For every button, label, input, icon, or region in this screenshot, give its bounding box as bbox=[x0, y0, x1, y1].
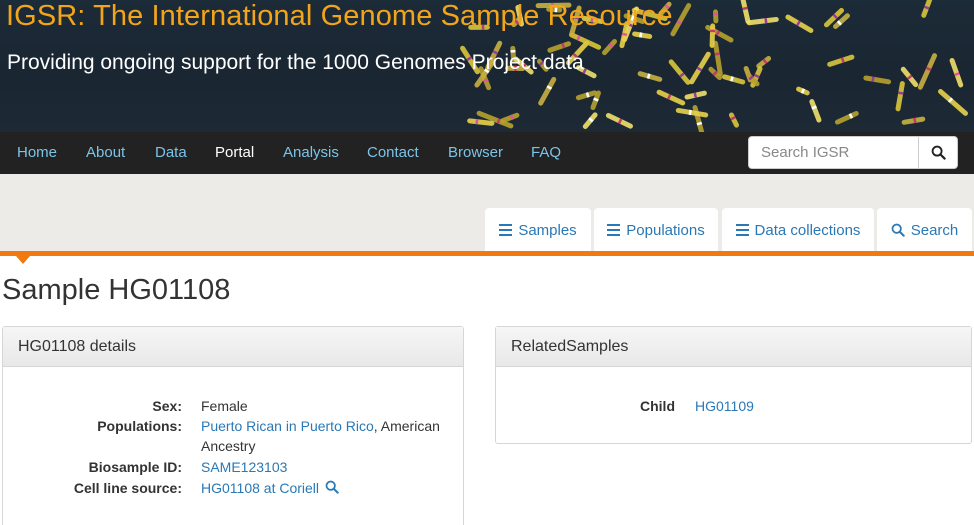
panel-title: HG01108 details bbox=[3, 327, 463, 367]
accent-divider bbox=[0, 251, 974, 256]
related-sample-link[interactable]: HG01109 bbox=[695, 398, 754, 414]
menu-icon bbox=[607, 224, 621, 236]
nav-data[interactable]: Data bbox=[155, 132, 187, 174]
related-samples-panel: RelatedSamples bbox=[495, 326, 972, 444]
search-icon bbox=[325, 480, 339, 494]
nav-portal[interactable]: Portal bbox=[215, 132, 254, 174]
population-text: , American bbox=[373, 418, 440, 434]
search-button[interactable] bbox=[918, 136, 958, 169]
biosample-value: SAME123103 bbox=[201, 457, 287, 477]
tab-label: Populations bbox=[626, 221, 705, 239]
accent-caret bbox=[16, 256, 30, 264]
menu-icon bbox=[499, 224, 513, 236]
site-search bbox=[748, 136, 958, 169]
sex-value: Female bbox=[201, 398, 248, 414]
relation-value: HG01109 bbox=[695, 396, 754, 416]
cellline-label: Cell line source: bbox=[73, 480, 182, 496]
tab-samples[interactable]: Samples bbox=[485, 208, 591, 252]
relation-label: Child bbox=[640, 398, 675, 414]
site-banner: IGSR: The International Genome Sample Re… bbox=[0, 0, 974, 132]
nav-faq[interactable]: FAQ bbox=[531, 132, 561, 174]
tab-label: Data collections bbox=[754, 221, 861, 239]
tab-label: Search bbox=[910, 221, 959, 239]
population-text-cont: Ancestry bbox=[201, 438, 256, 454]
tab-label: Samples bbox=[518, 221, 577, 239]
site-title[interactable]: IGSR: The International Genome Sample Re… bbox=[6, 0, 673, 33]
populations-value: Puerto Rican in Puerto Rico, American An… bbox=[201, 416, 456, 456]
biosample-label: Biosample ID: bbox=[88, 459, 182, 475]
nav-about[interactable]: About bbox=[86, 132, 125, 174]
cellline-value: HG01108 at Coriell bbox=[201, 478, 339, 498]
tab-populations[interactable]: Populations bbox=[594, 208, 718, 252]
nav-analysis[interactable]: Analysis bbox=[283, 132, 339, 174]
search-input[interactable] bbox=[748, 136, 918, 169]
population-link[interactable]: Puerto Rican in Puerto Rico bbox=[201, 418, 374, 434]
sex-label: Sex: bbox=[152, 398, 182, 414]
cellline-link[interactable]: HG01108 at Coriell bbox=[201, 480, 339, 496]
search-icon bbox=[891, 223, 905, 237]
nav-home[interactable]: Home bbox=[17, 132, 57, 174]
nav-browser[interactable]: Browser bbox=[448, 132, 503, 174]
tab-search[interactable]: Search bbox=[877, 208, 972, 252]
tab-data-collections[interactable]: Data collections bbox=[722, 208, 874, 252]
panel-title: RelatedSamples bbox=[496, 327, 971, 367]
menu-icon bbox=[735, 224, 749, 236]
populations-label: Populations: bbox=[97, 418, 182, 434]
nav-contact[interactable]: Contact bbox=[367, 132, 419, 174]
biosample-link[interactable]: SAME123103 bbox=[201, 459, 287, 475]
search-icon bbox=[931, 145, 946, 160]
site-subtitle: Providing ongoing support for the 1000 G… bbox=[7, 51, 584, 74]
page-title: Sample HG01108 bbox=[2, 274, 231, 306]
